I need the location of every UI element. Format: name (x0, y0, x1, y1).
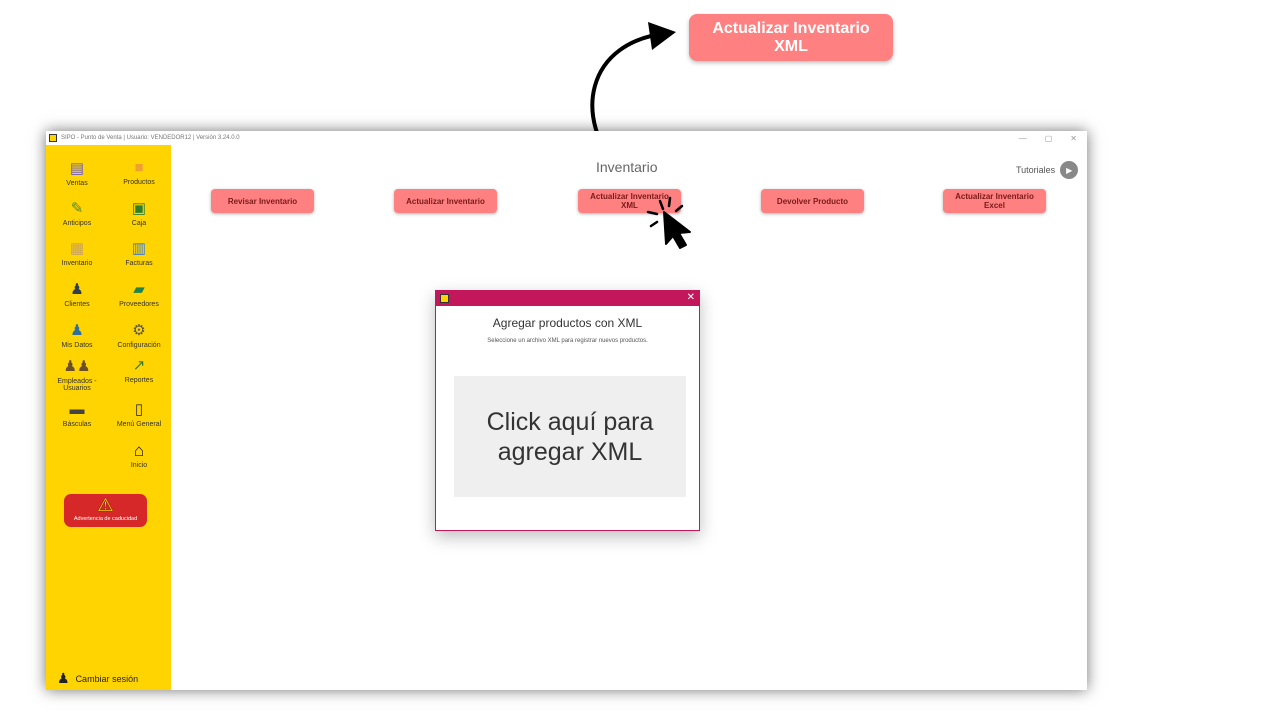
nav-configuracion[interactable]: ⚙ Configuración (108, 322, 170, 349)
truck-icon: ▰ (133, 281, 145, 298)
app-window: SIPO - Punto de Venta | Usuario: VENDEDO… (46, 131, 1087, 690)
callout-update-xml: Actualizar Inventario XML (689, 14, 893, 61)
maximize-button[interactable]: ▢ (1045, 134, 1053, 143)
box-icon: ■ (134, 159, 144, 176)
users-icon: ♟♟ (63, 358, 91, 375)
invoice-icon: ▥ (131, 240, 147, 257)
update-inventory-excel-button[interactable]: Actualizar Inventario Excel (943, 189, 1046, 213)
xml-drop-zone[interactable]: Click aquí para agregar XML (454, 376, 686, 497)
scale-icon: ▬ (69, 401, 85, 418)
warning-icon: ⚠ (97, 495, 114, 515)
nav-inventario[interactable]: ▦ Inventario (46, 240, 108, 267)
clipboard-icon: ▯ (134, 401, 144, 418)
update-inventory-xml-button[interactable]: Actualizar Inventario XML (578, 189, 681, 213)
update-inventory-button[interactable]: Actualizar Inventario (394, 189, 497, 213)
client-icon: ♟ (70, 281, 84, 298)
nav-caja[interactable]: ▣ Caja (108, 200, 170, 227)
users-switch-icon: ♟ (57, 670, 70, 686)
minimize-button[interactable]: — (1019, 134, 1027, 143)
dialog-title: Agregar productos con XML (492, 316, 643, 330)
video-icon: ▶ (1060, 161, 1079, 179)
window-title: SIPO - Punto de Venta | Usuario: VENDEDO… (61, 135, 240, 141)
return-product-button[interactable]: Devolver Producto (761, 189, 864, 213)
sidebar: ▤ Ventas ■ Productos ✎ Anticipos ▣ Caja … (46, 145, 171, 690)
nav-menu-general[interactable]: ▯ Menú General (108, 401, 170, 428)
app-icon (49, 134, 57, 142)
app-icon (440, 294, 449, 303)
nav-proveedores[interactable]: ▰ Proveedores (108, 281, 170, 308)
title-bar: SIPO - Punto de Venta | Usuario: VENDEDO… (46, 131, 1087, 145)
nav-mis-datos[interactable]: ♟ Mis Datos (46, 322, 108, 349)
cash-register-icon: ▤ (69, 160, 85, 177)
expiration-warning-button[interactable]: ⚠ Advertencia de caducidad (64, 494, 147, 527)
user-icon: ♟ (70, 322, 84, 339)
page-title: Inventario (596, 159, 658, 175)
nav-productos[interactable]: ■ Productos (108, 159, 170, 186)
tutorials-link[interactable]: Tutoriales ▶ (1016, 161, 1079, 179)
money-hand-icon: ✎ (70, 200, 84, 217)
close-window-button[interactable]: ✕ (1070, 134, 1077, 143)
gear-icon: ⚙ (132, 322, 146, 339)
dialog-subtitle: Seleccione un archivo XML para registrar… (487, 338, 648, 344)
nav-inicio[interactable]: ⌂ Inicio (108, 441, 170, 470)
review-inventory-button[interactable]: Revisar Inventario (211, 189, 314, 213)
home-icon: ⌂ (133, 441, 145, 460)
nav-facturas[interactable]: ▥ Facturas (108, 240, 170, 267)
cash-icon: ▣ (131, 200, 147, 217)
nav-anticipos[interactable]: ✎ Anticipos (46, 200, 108, 227)
chart-icon: ↗ (132, 357, 146, 374)
xml-import-dialog: ✕ Agregar productos con XML Seleccione u… (435, 290, 700, 531)
nav-empleados[interactable]: ♟♟ Empleados - Usuarios (46, 358, 108, 392)
dialog-title-bar: ✕ (436, 291, 699, 306)
boxes-icon: ▦ (69, 240, 85, 257)
nav-clientes[interactable]: ♟ Clientes (46, 281, 108, 308)
nav-ventas[interactable]: ▤ Ventas (46, 160, 108, 187)
nav-basculas[interactable]: ▬ Básculas (46, 401, 108, 428)
switch-session-button[interactable]: ♟ Cambiar sesión (57, 670, 138, 687)
nav-reportes[interactable]: ↗ Reportes (108, 357, 170, 384)
dialog-close-button[interactable]: ✕ (687, 292, 695, 303)
